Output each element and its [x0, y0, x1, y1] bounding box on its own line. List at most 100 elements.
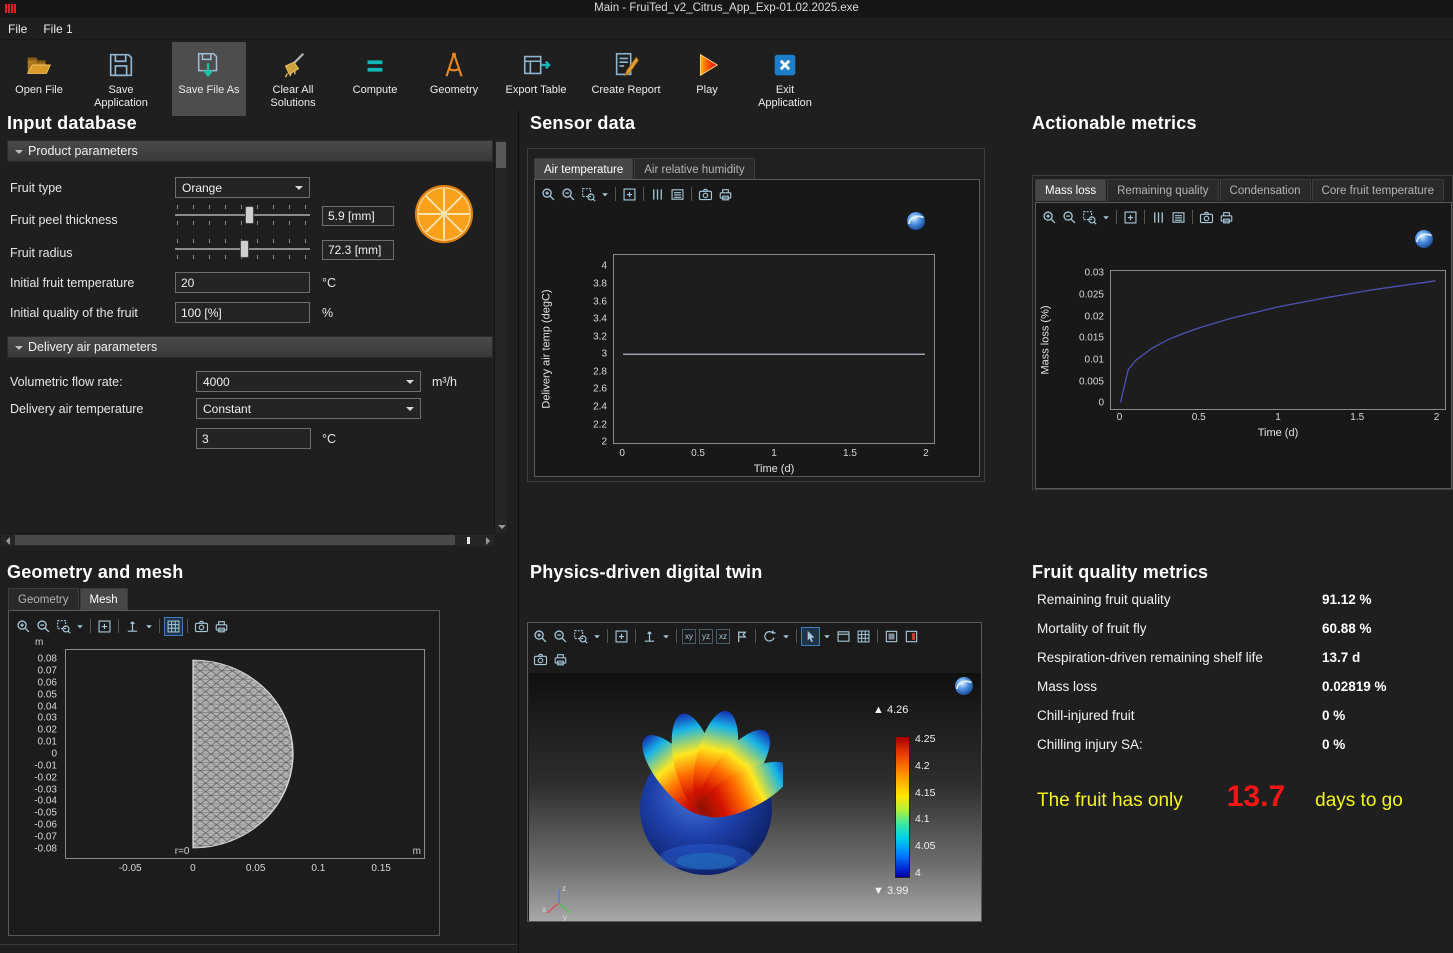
- zoom-in-icon[interactable]: [540, 186, 557, 203]
- caret-icon[interactable]: [75, 618, 85, 635]
- printer-icon[interactable]: [213, 618, 230, 635]
- initial-temp-input[interactable]: 20: [175, 272, 310, 293]
- horizontal-scrollbar-thumb[interactable]: [15, 535, 455, 545]
- flow-rate-dropdown[interactable]: 4000: [196, 371, 421, 392]
- tab-mesh[interactable]: Mesh: [80, 588, 128, 610]
- extents-icon[interactable]: [613, 628, 630, 645]
- open-file-button[interactable]: Open File: [8, 42, 70, 116]
- exit-application-button[interactable]: Exit Application: [748, 42, 822, 116]
- extents-icon[interactable]: [96, 618, 113, 635]
- product-parameters-header[interactable]: Product parameters: [7, 140, 493, 162]
- grid-icon[interactable]: [855, 628, 872, 645]
- zoom-box-icon[interactable]: [1081, 209, 1098, 226]
- axis-icon[interactable]: [124, 618, 141, 635]
- panel-red-icon[interactable]: [903, 628, 920, 645]
- extents-icon[interactable]: [621, 186, 638, 203]
- zoom-box-icon[interactable]: [580, 186, 597, 203]
- title-bar: Main - FruiTed_v2_Citrus_App_Exp-01.02.2…: [0, 0, 1453, 18]
- camera-icon[interactable]: [193, 618, 210, 635]
- menu-file-1[interactable]: File 1: [43, 22, 72, 36]
- twin-canvas[interactable]: ▲ 4.26 4.254.24.154.14.054 ▼ 3.99 x y z: [529, 673, 981, 921]
- setpoint-input[interactable]: 3: [196, 428, 311, 449]
- view-xy-icon[interactable]: xy: [682, 629, 696, 644]
- tab-core-fruit-temperature[interactable]: Core fruit temperature: [1312, 179, 1445, 201]
- save-file-as-button[interactable]: Save File As: [172, 42, 246, 116]
- zoom-out-icon[interactable]: [552, 628, 569, 645]
- mirror-icon[interactable]: [733, 628, 750, 645]
- bars-icon[interactable]: [1150, 209, 1167, 226]
- peel-thickness-slider[interactable]: [175, 202, 310, 228]
- vertical-scrollbar[interactable]: [494, 140, 507, 533]
- camera-icon[interactable]: [1198, 209, 1215, 226]
- caret-icon[interactable]: [1101, 209, 1111, 226]
- caret-icon[interactable]: [600, 186, 610, 203]
- camera-icon[interactable]: [532, 651, 549, 668]
- legend-icon[interactable]: [669, 186, 686, 203]
- sensor-plot-area[interactable]: [613, 254, 935, 444]
- extents-icon[interactable]: [1122, 209, 1139, 226]
- export-table-button[interactable]: Export Table: [498, 42, 574, 116]
- zoom-out-icon[interactable]: [1061, 209, 1078, 226]
- printer-icon[interactable]: [552, 651, 569, 668]
- quality-row: Chilling injury SA:0 %: [1037, 737, 1442, 766]
- tab-air-relative-humidity[interactable]: Air relative humidity: [634, 158, 754, 180]
- select-icon[interactable]: [802, 628, 819, 645]
- zoom-in-icon[interactable]: [15, 618, 32, 635]
- tab-remaining-quality[interactable]: Remaining quality: [1107, 179, 1218, 201]
- zoom-in-icon[interactable]: [1041, 209, 1058, 226]
- axis-icon[interactable]: [641, 628, 658, 645]
- tab-geometry[interactable]: Geometry: [8, 588, 79, 610]
- tab-air-temperature[interactable]: Air temperature: [534, 158, 633, 180]
- mesh-plot-area[interactable]: r=0 m: [65, 649, 425, 859]
- fruit-radius-value[interactable]: 72.3 [mm]: [322, 240, 394, 260]
- zoom-box-icon[interactable]: [572, 628, 589, 645]
- zoom-out-icon[interactable]: [35, 618, 52, 635]
- view-xz-icon[interactable]: xz: [716, 629, 730, 644]
- scroll-left-arrow[interactable]: [1, 534, 14, 547]
- geometry-button[interactable]: Geometry: [422, 42, 486, 116]
- vertical-scrollbar-thumb[interactable]: [496, 142, 506, 168]
- legend-icon[interactable]: [1170, 209, 1187, 226]
- menu-file[interactable]: File: [8, 22, 27, 36]
- fruit-radius-slider-thumb[interactable]: [240, 240, 249, 258]
- quality-value: 91.12 %: [1322, 592, 1442, 607]
- printer-icon[interactable]: [717, 186, 734, 203]
- view-yz-icon[interactable]: yz: [699, 629, 713, 644]
- tab-mass-loss[interactable]: Mass loss: [1035, 179, 1106, 201]
- rotate-icon[interactable]: [761, 628, 778, 645]
- compute-button[interactable]: Compute: [340, 42, 410, 116]
- delivery-air-header[interactable]: Delivery air parameters: [7, 336, 493, 358]
- play-button[interactable]: Play: [678, 42, 736, 116]
- horizontal-scrollbar[interactable]: [1, 533, 494, 546]
- caret-icon[interactable]: [822, 628, 832, 645]
- toggle-icon[interactable]: [883, 628, 900, 645]
- caret-icon[interactable]: [661, 628, 671, 645]
- scroll-right-arrow[interactable]: [481, 534, 494, 547]
- fruit-radius-slider[interactable]: [175, 236, 310, 262]
- zoom-box-icon[interactable]: [55, 618, 72, 635]
- quality-row: Mass loss0.02819 %: [1037, 679, 1442, 708]
- fruit-3d-model[interactable]: [629, 709, 783, 881]
- caret-icon[interactable]: [781, 628, 791, 645]
- zoom-in-icon[interactable]: [532, 628, 549, 645]
- window-icon[interactable]: [835, 628, 852, 645]
- tab-condensation[interactable]: Condensation: [1220, 179, 1311, 201]
- bars-icon[interactable]: [649, 186, 666, 203]
- scroll-down-arrow[interactable]: [495, 520, 508, 533]
- grid-icon[interactable]: [165, 618, 182, 635]
- peel-thickness-value[interactable]: 5.9 [mm]: [322, 206, 394, 226]
- save-application-button[interactable]: Save Application: [82, 42, 160, 116]
- save-file-as-label: Save File As: [178, 84, 239, 97]
- delivery-air-temp-dropdown[interactable]: Constant: [196, 398, 421, 419]
- camera-icon[interactable]: [697, 186, 714, 203]
- mass-loss-plot-area[interactable]: [1110, 270, 1446, 410]
- clear-all-solutions-button[interactable]: Clear All Solutions: [258, 42, 328, 116]
- peel-thickness-slider-thumb[interactable]: [245, 206, 254, 224]
- caret-icon[interactable]: [144, 618, 154, 635]
- printer-icon[interactable]: [1218, 209, 1235, 226]
- zoom-out-icon[interactable]: [560, 186, 577, 203]
- create-report-button[interactable]: Create Report: [586, 42, 666, 116]
- initial-quality-input[interactable]: 100 [%]: [175, 302, 310, 323]
- fruit-type-dropdown[interactable]: Orange: [175, 177, 310, 198]
- caret-icon[interactable]: [592, 628, 602, 645]
